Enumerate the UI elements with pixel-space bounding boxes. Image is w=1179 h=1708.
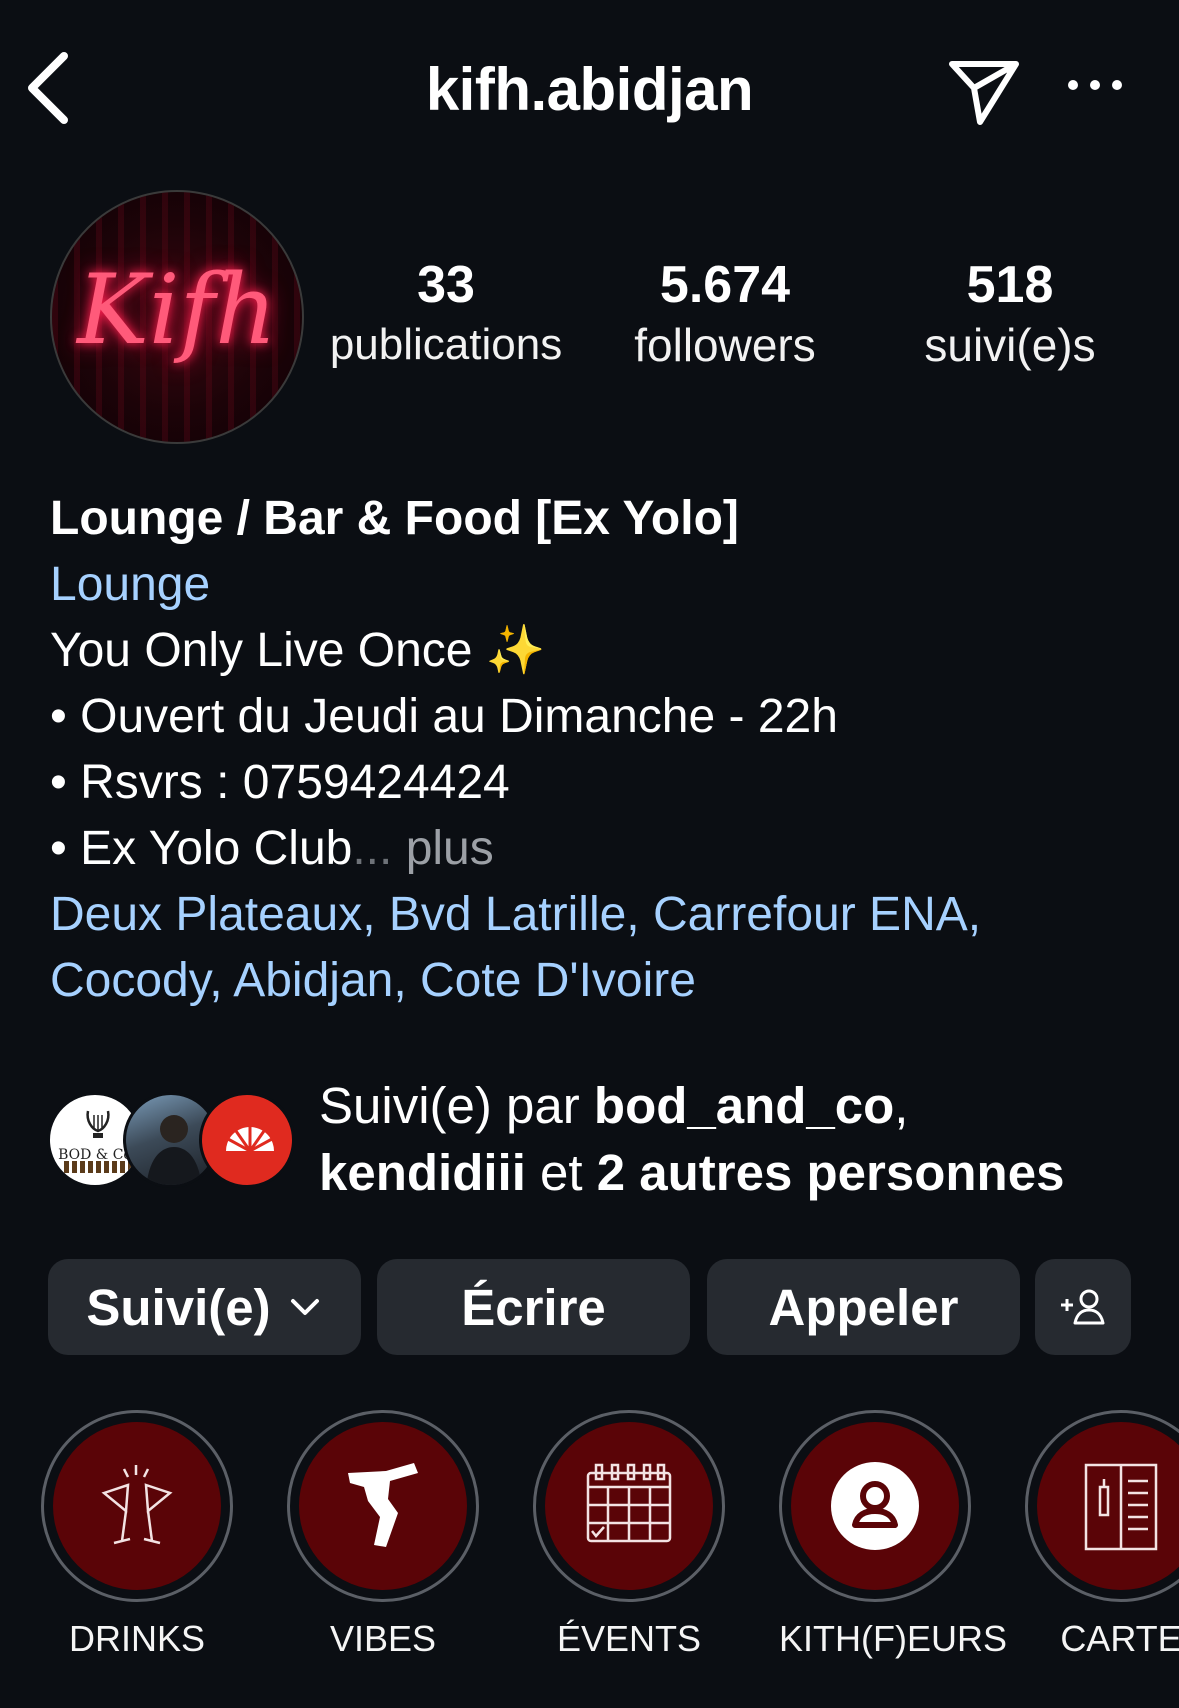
highlight-events[interactable]: ÉVENTS: [533, 1410, 725, 1660]
message-button[interactable]: Écrire: [377, 1259, 690, 1355]
followed-by-others[interactable]: 2 autres personnes: [597, 1144, 1065, 1201]
followed-by-prefix: Suivi(e) par: [319, 1077, 594, 1134]
highlight-label: ÉVENTS: [556, 1618, 702, 1659]
cheers-glasses-icon: [101, 1465, 173, 1545]
stat-following-label: suivi(e)s: [924, 319, 1096, 371]
bio-ellipsis: ...: [352, 822, 393, 875]
highlight-cover: [1037, 1422, 1179, 1590]
highlight-cover: [791, 1422, 959, 1590]
highlight-label: DRINKS: [68, 1618, 206, 1659]
calendar-icon: [586, 1463, 672, 1543]
followed-by-avatars[interactable]: BOD & Co: [47, 1092, 297, 1192]
stat-following-count: 518: [966, 256, 1054, 314]
category-link[interactable]: Lounge: [50, 552, 1150, 618]
highlight-label: KITH(F)EURS: [779, 1618, 1007, 1659]
bio: Lounge / Bar & Food [Ex Yolo] Lounge You…: [50, 486, 1150, 1014]
highlight-label: VIBES: [329, 1618, 437, 1659]
avatar-logo-text: Kifh: [77, 254, 277, 366]
followed-by-text[interactable]: Suivi(e) par bod_and_co, kendidiii et 2 …: [319, 1072, 1169, 1206]
bio-line-4: • Ex Yolo Club... plus: [50, 816, 1150, 882]
avatar-red-logo: [199, 1092, 295, 1188]
highlight-carte[interactable]: CARTE: [1025, 1410, 1179, 1660]
stat-publications-count: 33: [417, 256, 475, 314]
stat-followers[interactable]: 5.674 followers: [605, 255, 845, 375]
followed-by-conj: et: [525, 1144, 597, 1201]
highlight-ring: [41, 1410, 233, 1602]
bio-line-4-text: • Ex Yolo Club: [50, 822, 353, 875]
send-button[interactable]: [948, 58, 1020, 126]
more-horizontal-icon: [1068, 80, 1122, 90]
lyre-icon: [86, 1110, 110, 1138]
highlight-ring: [287, 1410, 479, 1602]
sunburst-logo-icon: [226, 1127, 274, 1153]
followed-by-separator: ,: [894, 1077, 909, 1134]
address-line-2[interactable]: Cocody, Abidjan, Cote D'Ivoire: [50, 948, 1150, 1014]
highlight-cover: [299, 1422, 467, 1590]
call-button-label: Appeler: [768, 1278, 959, 1336]
profile-screen: kifh.abidjan Kifh 33 publications 5.674 …: [0, 0, 1179, 1708]
bio-line-3: • Rsvrs : 0759424424: [50, 756, 510, 809]
highlight-label: CARTE: [1060, 1618, 1179, 1659]
stat-followers-label: followers: [634, 319, 816, 371]
breakdancer-icon: [348, 1463, 418, 1547]
highlight-ring: [533, 1410, 725, 1602]
top-bar: kifh.abidjan: [0, 0, 1179, 190]
call-button[interactable]: Appeler: [707, 1259, 1020, 1355]
more-link[interactable]: plus: [392, 822, 494, 875]
highlight-cover: [53, 1422, 221, 1590]
address-line-1[interactable]: Deux Plateaux, Bvd Latrille, Carrefour E…: [50, 882, 1150, 948]
menu-card-icon: [1084, 1463, 1158, 1551]
highlight-ring: [1025, 1410, 1179, 1602]
highlight-vibes[interactable]: VIBES: [287, 1410, 479, 1660]
follower-username-1[interactable]: bod_and_co: [594, 1077, 894, 1134]
person-icon: [831, 1462, 919, 1550]
paper-plane-icon: [949, 61, 1019, 125]
stat-following[interactable]: 518 suivi(e)s: [890, 255, 1130, 375]
suggest-users-button[interactable]: [1035, 1259, 1131, 1355]
profile-name: Lounge / Bar & Food [Ex Yolo]: [50, 492, 739, 545]
stat-followers-count: 5.674: [659, 256, 791, 314]
follower-username-2[interactable]: kendidiii: [319, 1144, 526, 1201]
chevron-down-icon: [290, 1299, 319, 1315]
highlight-drinks[interactable]: DRINKS: [41, 1410, 233, 1660]
message-button-label: Écrire: [461, 1278, 606, 1336]
following-button[interactable]: Suivi(e): [48, 1259, 361, 1355]
stat-publications-label: publications: [329, 320, 563, 369]
highlight-cover: [545, 1422, 713, 1590]
highlight-ring: [779, 1410, 971, 1602]
highlight-kithfeurs[interactable]: KITH(F)EURS: [779, 1410, 1007, 1660]
stat-publications[interactable]: 33 publications: [316, 255, 576, 375]
bio-line-2: • Ouvert du Jeudi au Dimanche - 22h: [50, 690, 838, 743]
add-user-icon: [1061, 1289, 1105, 1325]
profile-avatar[interactable]: Kifh: [50, 190, 304, 444]
following-button-label: Suivi(e): [86, 1278, 271, 1336]
bio-line-1: You Only Live Once ✨: [50, 624, 546, 677]
bottles-graphic: [64, 1161, 132, 1173]
more-options-button[interactable]: [1066, 70, 1124, 100]
